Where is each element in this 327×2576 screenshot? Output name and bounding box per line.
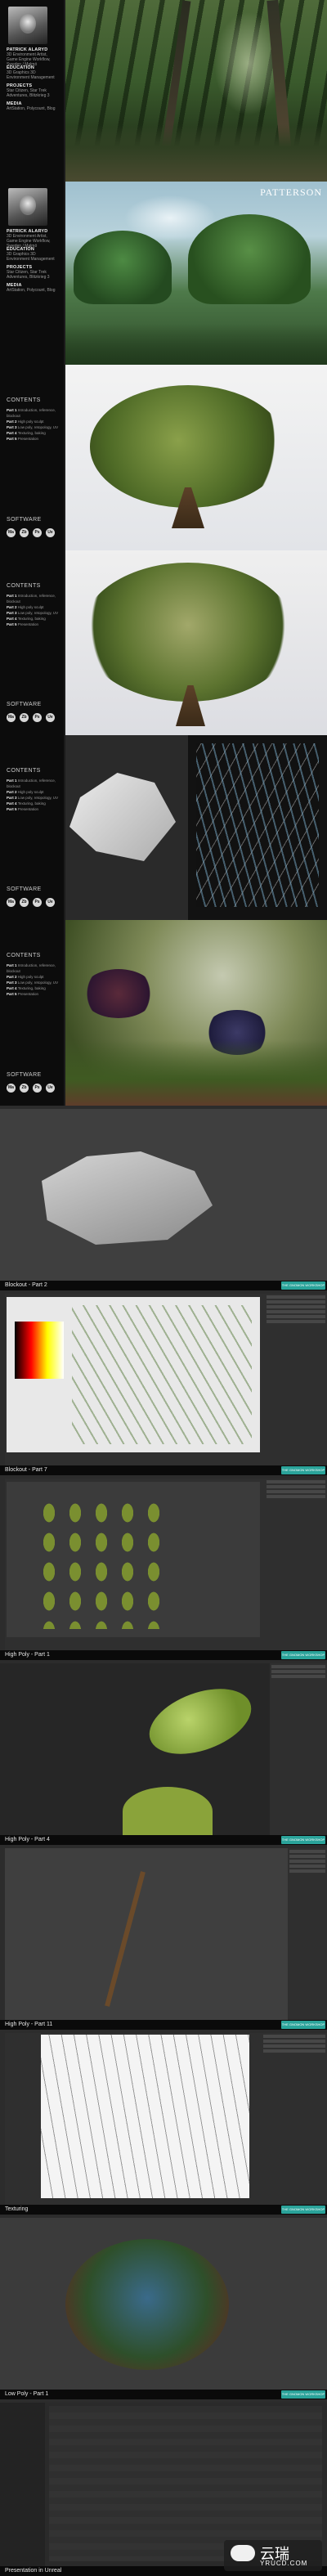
workshop-badge: THE GNOMON WORKSHOP [281, 1651, 325, 1659]
workshop-badge: THE GNOMON WORKSHOP [281, 2390, 325, 2399]
zbrush-icon: Zb [20, 528, 29, 537]
photoshop-icon: Ps [33, 528, 42, 537]
avatar-2 [8, 188, 47, 226]
hero-panel-1: PATRICK ALARYD 3D Environment Artist, Ga… [0, 0, 327, 182]
unreal-icon: Ue [46, 528, 55, 537]
education-text: 3D Graphics 3D Environment Management [7, 70, 55, 80]
software-heading-4: SOFTWARE [7, 1072, 42, 1078]
step-label: Low Poly - Part 1 [0, 2390, 327, 2399]
contents-list: Part 1 Introduction, reference, blockout… [7, 408, 59, 441]
step-blockout-2: Blockout - Part 2 THE GNOMON WORKSHOP [0, 1106, 327, 1290]
watermark-en: YRUCD.COM [260, 2560, 308, 2567]
photoshop-icon: Ps [33, 1084, 42, 1093]
watermark: 云瑞 YRUCD.COM [224, 2540, 322, 2571]
media-text-2: ArtStation, Polycount, Blog [7, 288, 56, 293]
step-highpoly-1: High Poly - Part 1 THE GNOMON WORKSHOP [0, 1475, 327, 1660]
step-label: High Poly - Part 1 [0, 1650, 327, 1660]
software-heading-3: SOFTWARE [7, 886, 42, 892]
photoshop-texturing [0, 2030, 327, 2205]
workshop-badge: THE GNOMON WORKSHOP [281, 1466, 325, 1474]
wireframe-and-atlas [65, 735, 327, 920]
contents-panel-3: CONTENTS Part 1 Introduction, reference,… [0, 735, 327, 920]
hero-panel-2: PATRICK ALARYD 3D Environment Artist, Ga… [0, 182, 327, 365]
contents-heading-3: CONTENTS [7, 768, 41, 774]
step-label: Blockout - Part 2 [0, 1281, 327, 1290]
leaf-atlas-window [0, 1475, 327, 1650]
photoshop-window [0, 1290, 327, 1465]
cloud-logo-icon [231, 2545, 255, 2561]
bush-render-1 [65, 365, 327, 550]
photoshop-icon: Ps [33, 898, 42, 907]
maya-icon: Ma [7, 528, 16, 537]
step-label: Blockout - Part 7 [0, 1465, 327, 1475]
unreal-icon: Ue [46, 1084, 55, 1093]
avatar [8, 7, 47, 44]
lowpoly-viewport [0, 2215, 327, 2390]
contents-heading: CONTENTS [7, 397, 41, 403]
maya-viewport [0, 1106, 327, 1281]
step-blockout-7: Blockout - Part 7 THE GNOMON WORKSHOP [0, 1290, 327, 1475]
hero2-title: PATTERSON [260, 186, 322, 198]
maya-icon: Ma [7, 713, 16, 722]
contents-panel-1: CONTENTS Part 1 Introduction, reference,… [0, 365, 327, 550]
maya-branch-viewport [0, 1845, 327, 2020]
contents-heading-2: CONTENTS [7, 583, 41, 589]
step-label: High Poly - Part 4 [0, 1835, 327, 1845]
artist-sidebar: PATRICK ALARYD 3D Environment Artist, Ga… [0, 0, 64, 182]
unreal-icon: Ue [46, 713, 55, 722]
contents-panel-4: CONTENTS Part 1 Introduction, reference,… [0, 920, 327, 1106]
step-texturing: Texturing THE GNOMON WORKSHOP [0, 2030, 327, 2215]
zbrush-icon: Zb [20, 898, 29, 907]
step-label: Texturing [0, 2205, 327, 2215]
step-label: High Poly - Part 11 [0, 2020, 327, 2030]
step-highpoly-4: High Poly - Part 4 THE GNOMON WORKSHOP [0, 1660, 327, 1845]
workshop-badge: THE GNOMON WORKSHOP [281, 1836, 325, 1844]
artist-sidebar-2: PATRICK ALARYD 3D Environment Artist, Ga… [0, 182, 64, 365]
maya-icon: Ma [7, 898, 16, 907]
education-text-2: 3D Graphics 3D Environment Management [7, 252, 55, 262]
photoshop-icon: Ps [33, 713, 42, 722]
zbrush-icon: Zb [20, 713, 29, 722]
contents-panel-2: CONTENTS Part 1 Introduction, reference,… [0, 550, 327, 735]
jungle-render-1 [65, 0, 327, 182]
zbrush-viewport [0, 1660, 327, 1836]
projects-text-2: Star Citizen, Star Trek Adventures, Blit… [7, 270, 50, 280]
unreal-icon: Ue [46, 898, 55, 907]
step-lowpoly-1: Low Poly - Part 1 THE GNOMON WORKSHOP [0, 2215, 327, 2399]
software-heading: SOFTWARE [7, 517, 42, 523]
software-heading-2: SOFTWARE [7, 702, 42, 707]
media-text: ArtStation, Polycount, Blog [7, 106, 56, 111]
workshop-badge: THE GNOMON WORKSHOP [281, 2021, 325, 2029]
step-highpoly-11: High Poly - Part 11 THE GNOMON WORKSHOP [0, 1845, 327, 2030]
bush-render-2 [65, 550, 327, 735]
maya-icon: Ma [7, 1084, 16, 1093]
zbrush-icon: Zb [20, 1084, 29, 1093]
berry-closeup-render [65, 920, 327, 1106]
workshop-badge: THE GNOMON WORKSHOP [281, 1281, 325, 1290]
step-presentation: Presentation in Unreal 云瑞 YRUCD.COM [0, 2399, 327, 2576]
workshop-badge: THE GNOMON WORKSHOP [281, 2206, 325, 2214]
layers-panel [265, 1294, 327, 1465]
projects-text: Star Citizen, Star Trek Adventures, Blit… [7, 88, 50, 98]
contents-heading-4: CONTENTS [7, 953, 41, 958]
palm-render: PATTERSON [65, 182, 327, 365]
